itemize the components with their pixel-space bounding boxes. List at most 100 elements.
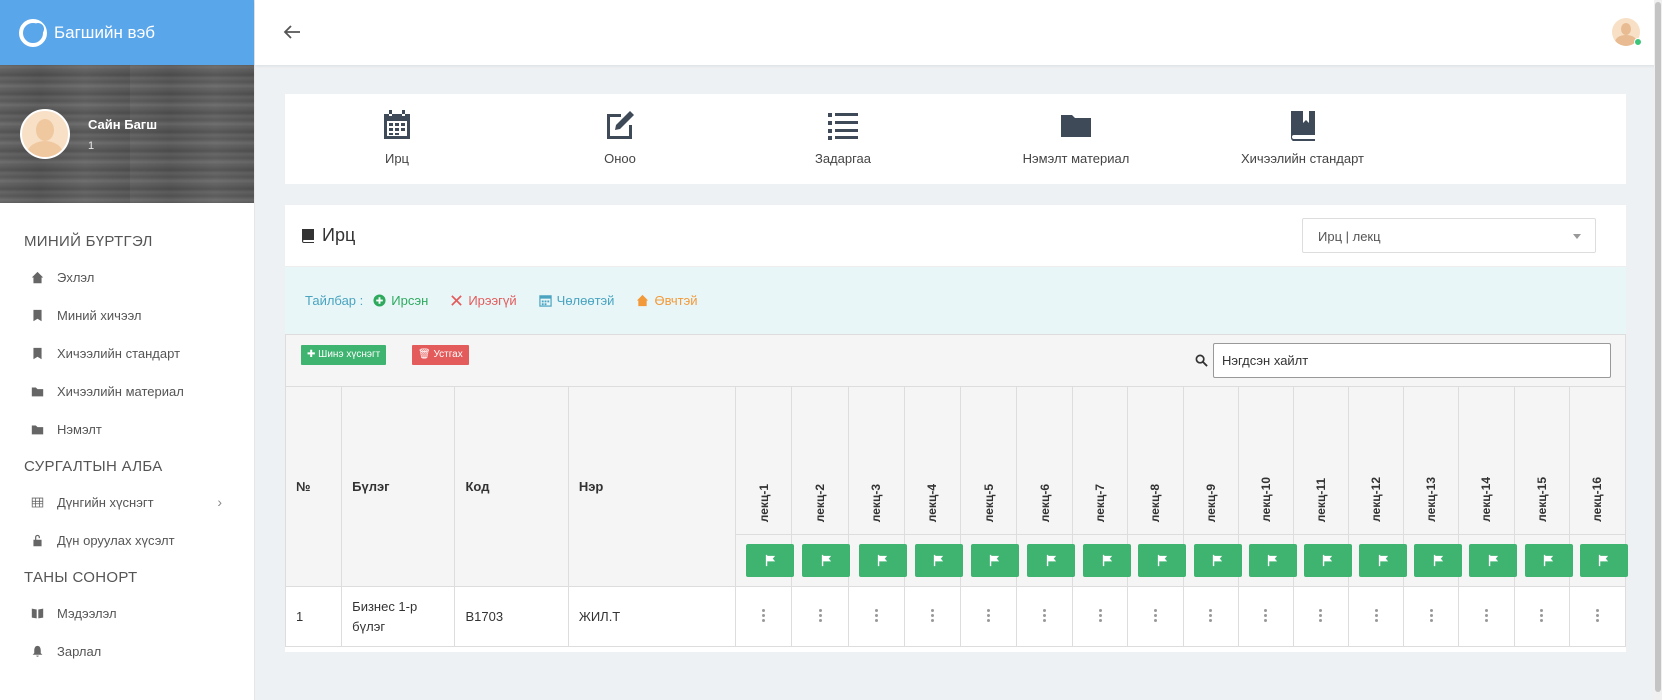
book-icon <box>302 228 314 243</box>
sidebar-item-grade-request[interactable]: Дүн оруулах хүсэлт <box>0 521 254 559</box>
more-vertical-icon <box>818 607 822 624</box>
attendance-table: № Бүлэг Код Нэр лекц-1 лекц-2 лекц-3 лекц-4… <box>284 386 1628 647</box>
attendance-cell[interactable] <box>1072 586 1129 647</box>
plus-circle-icon <box>373 294 386 307</box>
column-header-lecture: лекц-4 <box>903 386 961 535</box>
attendance-cell[interactable] <box>791 586 849 647</box>
legend-present-text: Ирсэн <box>391 293 429 308</box>
sidebar-item-home[interactable]: Эхлэл <box>0 258 254 296</box>
back-arrow-icon[interactable] <box>280 20 304 44</box>
lecture-label: лекц-4 <box>925 483 940 522</box>
quick-nav-score[interactable]: Оноо <box>540 108 700 168</box>
mark-lecture-button[interactable] <box>914 544 963 577</box>
mark-lecture-button[interactable] <box>970 544 1019 577</box>
panel-title-text: Ирц <box>322 225 356 245</box>
flag-icon <box>934 554 944 567</box>
mark-lecture-button[interactable] <box>1414 544 1463 577</box>
lecture-flag-cell <box>1016 534 1076 587</box>
lecture-flag-cell <box>1127 534 1187 587</box>
sidebar-item-label: Миний хичээл <box>57 307 142 323</box>
lecture-flag-cell <box>959 534 1019 587</box>
more-vertical-icon <box>987 607 991 624</box>
mark-lecture-button[interactable] <box>858 544 907 577</box>
quick-nav-extra-material[interactable]: Нэмэлт материал <box>986 108 1166 168</box>
more-vertical-icon <box>1319 607 1323 624</box>
attendance-cell[interactable] <box>1127 586 1184 647</box>
table-row: 1 Бизнес 1-р бүлэг B1703 ЖИЛ.Т <box>284 586 1627 647</box>
sidebar-item-label: Зарлал <box>57 643 102 659</box>
mark-lecture-button[interactable] <box>1469 544 1518 577</box>
attendance-cell[interactable] <box>1237 586 1294 647</box>
attendance-cell[interactable] <box>1292 586 1350 647</box>
lecture-label: лекц-13 <box>1424 477 1439 522</box>
flag-icon <box>1157 554 1168 567</box>
lecture-flag-cell <box>1292 534 1352 587</box>
attendance-cell[interactable] <box>1348 586 1405 647</box>
sidebar-item-extra[interactable]: Нэмэлт <box>0 410 254 448</box>
mark-lecture-button[interactable] <box>1248 544 1297 577</box>
mark-lecture-button[interactable] <box>746 544 795 577</box>
column-header-lecture: лекц-14 <box>1458 386 1515 535</box>
list-icon <box>828 113 858 140</box>
sidebar-item-info[interactable]: Мэдээлэл <box>0 594 254 632</box>
book-icon <box>1290 111 1315 141</box>
mark-lecture-button[interactable] <box>1579 544 1628 577</box>
quick-nav-attendance[interactable]: Ирц <box>317 108 477 168</box>
column-header-group: Бүлэг <box>341 386 456 587</box>
attendance-cell[interactable] <box>1182 586 1239 647</box>
mark-lecture-button[interactable] <box>1193 544 1242 577</box>
flag-icon <box>1102 554 1112 567</box>
more-vertical-icon <box>930 607 934 624</box>
lecture-flag-cell <box>735 534 795 587</box>
mark-lecture-button[interactable] <box>1027 544 1076 577</box>
quick-nav-lesson-standard[interactable]: Хичээлийн стандарт <box>1210 108 1395 168</box>
flag-icon <box>1433 554 1443 567</box>
search-input[interactable] <box>1213 343 1611 378</box>
attendance-cell[interactable] <box>1403 586 1460 647</box>
scrollbar[interactable] <box>1654 0 1662 700</box>
attendance-cell[interactable] <box>847 586 905 647</box>
attendance-cell[interactable] <box>959 586 1018 647</box>
attendance-cell[interactable] <box>735 586 793 647</box>
mark-lecture-button[interactable] <box>802 544 851 577</box>
sidebar-item-lesson-material[interactable]: Хичээлийн материал <box>0 372 254 410</box>
attendance-cell[interactable] <box>903 586 961 647</box>
attendance-cell[interactable] <box>1513 586 1570 647</box>
more-vertical-icon <box>1098 607 1102 624</box>
quick-nav-breakdown[interactable]: Задаргаа <box>763 108 923 168</box>
attendance-cell[interactable] <box>1016 586 1074 647</box>
calendar-icon <box>538 295 552 307</box>
flag-icon <box>1323 554 1333 567</box>
column-header-lecture: лекц-8 <box>1127 386 1184 535</box>
quick-nav: Ирц Оноо Задаргаа Нэмэлт материал Хичээл… <box>285 94 1626 184</box>
sidebar-item-grade-table[interactable]: Дүнгийн хүснэгт › <box>0 483 254 521</box>
attendance-cell[interactable] <box>1458 586 1515 647</box>
sidebar-item-lesson-standard[interactable]: Хичээлийн стандарт <box>0 334 254 372</box>
mark-lecture-button[interactable] <box>1303 544 1352 577</box>
mark-lecture-button[interactable] <box>1083 544 1132 577</box>
attendance-type-select[interactable]: Ирц | лекц <box>1302 218 1596 253</box>
delete-button[interactable]: 🗑 Устгах <box>412 345 469 365</box>
attendance-panel: Ирц Ирц | лекц Тайлбар : Ирсэн Ирээгүй Ч… <box>284 205 1628 652</box>
mark-lecture-button[interactable] <box>1359 544 1408 577</box>
lecture-label: лекц-7 <box>1093 483 1108 522</box>
mark-lecture-button[interactable] <box>1138 544 1187 577</box>
book-icon <box>30 346 44 360</box>
flag-icon <box>990 554 1000 567</box>
sidebar-item-announcement[interactable]: Зарлал <box>0 632 254 670</box>
add-table-button[interactable]: ✚ Шинэ хүснэгт <box>301 345 387 365</box>
flag-icon <box>877 554 888 567</box>
lecture-label: лекц-9 <box>1203 483 1218 522</box>
scrollbar-thumb[interactable] <box>1655 2 1661 692</box>
attendance-cell[interactable] <box>1568 586 1627 647</box>
column-header-lecture: лекц-2 <box>791 386 849 535</box>
book-icon <box>30 308 44 322</box>
flag-icon <box>1543 554 1554 567</box>
more-vertical-icon <box>1043 607 1047 624</box>
flag-icon <box>1046 554 1056 567</box>
more-vertical-icon <box>1540 607 1544 624</box>
lecture-label: лекц-6 <box>1037 483 1052 522</box>
mark-lecture-button[interactable] <box>1524 544 1573 577</box>
sidebar-item-my-lessons[interactable]: Миний хичээл <box>0 296 254 334</box>
brand-bar[interactable]: Багшийн вэб <box>0 0 254 65</box>
